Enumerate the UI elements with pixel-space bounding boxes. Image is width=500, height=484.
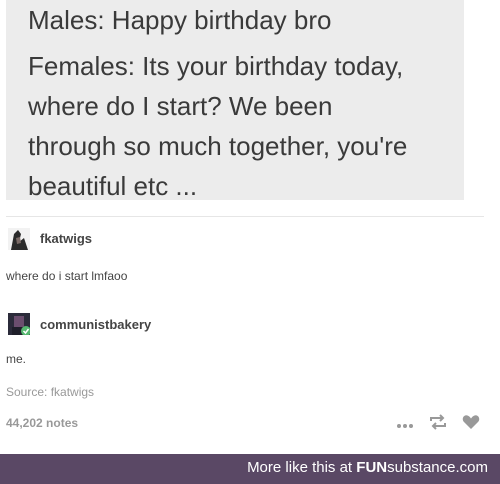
heart-icon[interactable] xyxy=(462,414,480,435)
reblog-icon[interactable] xyxy=(428,414,448,435)
post-text: where do i start lmfaoo xyxy=(6,269,128,283)
quote-line: Males: Happy birthday bro xyxy=(28,5,332,35)
post-actions xyxy=(396,414,480,435)
quote-line: Females: Its your birthday today, xyxy=(28,51,404,81)
more-dots-icon[interactable] xyxy=(396,416,414,434)
avatar-fkatwigs[interactable] xyxy=(8,228,30,250)
quote-line: through so much together, you're xyxy=(28,131,408,161)
screenshot-quote-box: Males: Happy birthday bro Females: Its y… xyxy=(6,0,464,201)
footer-text[interactable]: More like this at FUNsubstance.com xyxy=(247,459,488,476)
footer-brand-bold: FUN xyxy=(356,459,388,476)
post-text: me. xyxy=(6,352,27,366)
username-communistbakery[interactable]: communistbakery xyxy=(40,317,151,332)
notes-count[interactable]: 44,202 notes xyxy=(6,416,78,430)
quote-line: where do I start? We been xyxy=(28,91,333,121)
quote-line: beautiful etc ... xyxy=(28,171,198,201)
footer-banner[interactable]: More like this at FUNsubstance.com xyxy=(0,454,500,484)
username-fkatwigs[interactable]: fkatwigs xyxy=(40,231,92,246)
divider xyxy=(6,216,484,217)
source-link[interactable]: Source: fkatwigs xyxy=(6,385,94,399)
footer-brand-rest: substance.com xyxy=(387,459,488,476)
footer-prefix: More like this at xyxy=(247,459,357,476)
avatar-communistbakery[interactable] xyxy=(8,313,30,335)
